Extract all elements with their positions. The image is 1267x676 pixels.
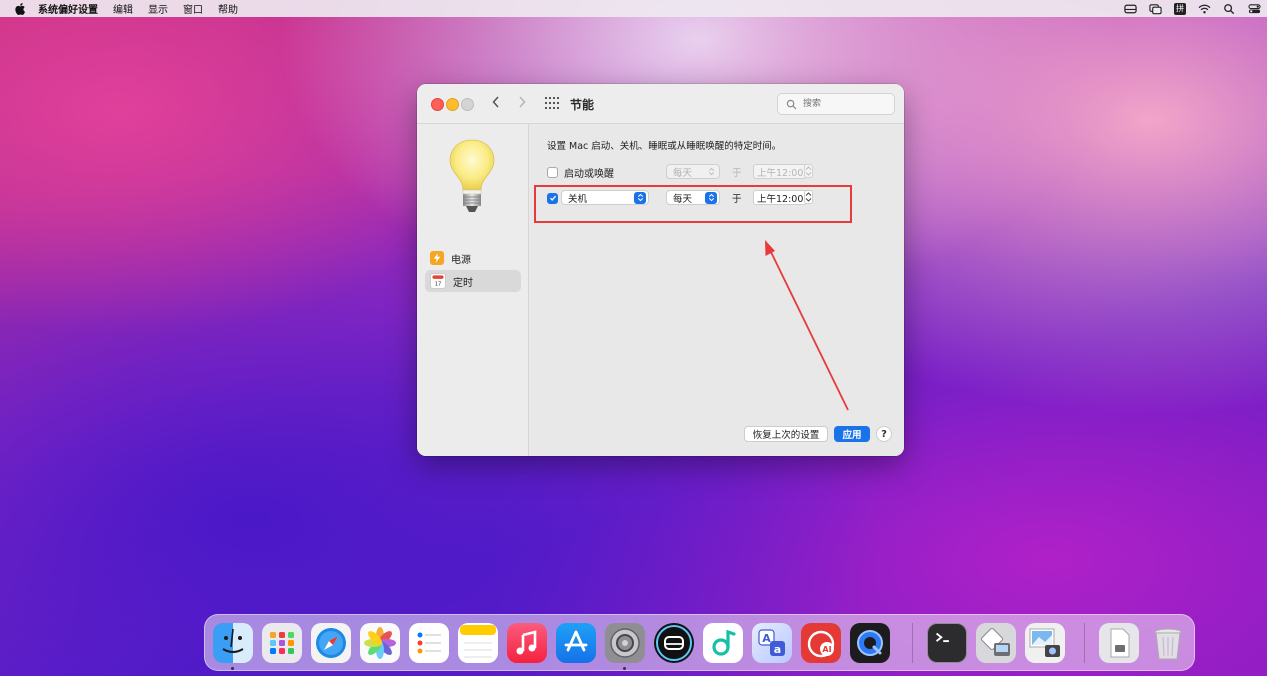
menu-edit[interactable]: 编辑	[113, 1, 133, 16]
svg-text:A: A	[762, 632, 771, 645]
startup-time-field[interactable]: 上午12:00	[753, 164, 808, 179]
battery-bolt-icon	[430, 251, 444, 265]
menu-help[interactable]: 帮助	[218, 1, 238, 16]
trash-icon[interactable]	[1148, 623, 1188, 663]
close-button[interactable]	[431, 98, 444, 111]
menu-app-name[interactable]: 系统偏好设置	[38, 1, 98, 16]
menu-window[interactable]: 窗口	[183, 1, 203, 16]
sidebar-item-schedule[interactable]: 17 定时	[425, 270, 521, 292]
startup-frequency-value: 每天	[673, 167, 693, 179]
audio-ai-icon[interactable]: AI	[801, 623, 841, 663]
reminders-icon[interactable]	[409, 623, 449, 663]
disk-utility-icon[interactable]	[654, 623, 694, 663]
notes-icon[interactable]	[458, 623, 498, 663]
terminal-icon[interactable]	[927, 623, 967, 663]
energy-saver-window: 节能 搜索 电源 17 定时 设置 Mac 启动、关机、睡眠或从睡眠唤醒的特定时…	[417, 84, 904, 456]
show-all-grid-icon[interactable]	[545, 97, 559, 109]
app-store-icon[interactable]	[556, 623, 596, 663]
svg-text:17: 17	[435, 281, 442, 287]
dock-separator	[1084, 623, 1085, 663]
quicktime-icon[interactable]	[850, 623, 890, 663]
up-down-arrows-icon	[705, 166, 717, 178]
finder-running-dot	[231, 667, 234, 670]
menu-bar: 系统偏好设置 编辑 显示 窗口 帮助 拼	[0, 0, 1267, 17]
search-icon	[786, 99, 797, 109]
startup-wake-row: 启动或唤醒	[547, 163, 614, 181]
minimize-button[interactable]	[446, 98, 459, 111]
startup-time-stepper[interactable]	[804, 164, 813, 178]
preview-icon[interactable]	[1025, 623, 1065, 663]
music-note-app-icon[interactable]	[703, 623, 743, 663]
startup-at-label: 于	[732, 168, 742, 179]
window-title: 节能	[570, 98, 595, 112]
apple-menu-icon[interactable]	[14, 2, 26, 15]
schedule-pane: 设置 Mac 启动、关机、睡眠或从睡眠唤醒的特定时间。 启动或唤醒 每天 于 上…	[529, 124, 904, 456]
input-method-icon[interactable]: 拼	[1174, 2, 1186, 15]
calendar-icon: 17	[430, 273, 446, 289]
finder-icon[interactable]	[213, 623, 253, 663]
migration-assistant-icon[interactable]	[976, 623, 1016, 663]
wifi-icon[interactable]	[1198, 3, 1211, 15]
help-button[interactable]: ?	[876, 426, 892, 442]
sidebar-item-label: 电源	[451, 254, 471, 266]
screen-mirroring-icon[interactable]	[1149, 3, 1162, 15]
sidebar-item-label: 定时	[453, 277, 473, 289]
startup-wake-checkbox[interactable]	[547, 166, 558, 178]
dock: Aa AI	[204, 614, 1195, 671]
revert-settings-button[interactable]: 恢复上次的设置	[744, 426, 828, 442]
forward-chevron-icon[interactable]	[517, 95, 527, 109]
startup-frequency-select[interactable]: 每天	[666, 164, 720, 179]
safari-icon[interactable]	[311, 623, 351, 663]
sidebar-item-power[interactable]: 电源	[425, 247, 521, 269]
startup-wake-label: 启动或唤醒	[564, 168, 614, 180]
spotlight-icon[interactable]	[1223, 3, 1236, 15]
translate-icon[interactable]: Aa	[752, 623, 792, 663]
search-input[interactable]	[801, 98, 885, 110]
music-icon[interactable]	[507, 623, 547, 663]
apply-button[interactable]: 应用	[834, 426, 870, 442]
system-preferences-icon[interactable]	[605, 623, 645, 663]
title-bar: 节能	[417, 84, 904, 124]
lightbulb-icon	[449, 139, 495, 212]
zoom-button[interactable]	[461, 98, 474, 111]
dock-separator	[912, 623, 913, 663]
system-preferences-running-dot	[623, 667, 626, 670]
svg-text:a: a	[774, 643, 781, 656]
launchpad-icon[interactable]	[262, 623, 302, 663]
menu-extras: 拼	[1124, 0, 1261, 17]
annotation-highlight-box	[534, 185, 852, 223]
menu-view[interactable]: 显示	[148, 1, 168, 16]
sidebar: 电源 17 定时	[417, 124, 529, 456]
control-center-icon[interactable]	[1248, 3, 1261, 15]
drive-icon[interactable]	[1124, 3, 1137, 15]
search-field[interactable]	[777, 93, 895, 115]
svg-text:AI: AI	[822, 645, 831, 654]
photos-icon[interactable]	[360, 623, 400, 663]
description-text: 设置 Mac 启动、关机、睡眠或从睡眠唤醒的特定时间。	[547, 141, 782, 152]
documents-folder-icon[interactable]	[1099, 623, 1139, 663]
back-chevron-icon[interactable]	[491, 95, 501, 109]
